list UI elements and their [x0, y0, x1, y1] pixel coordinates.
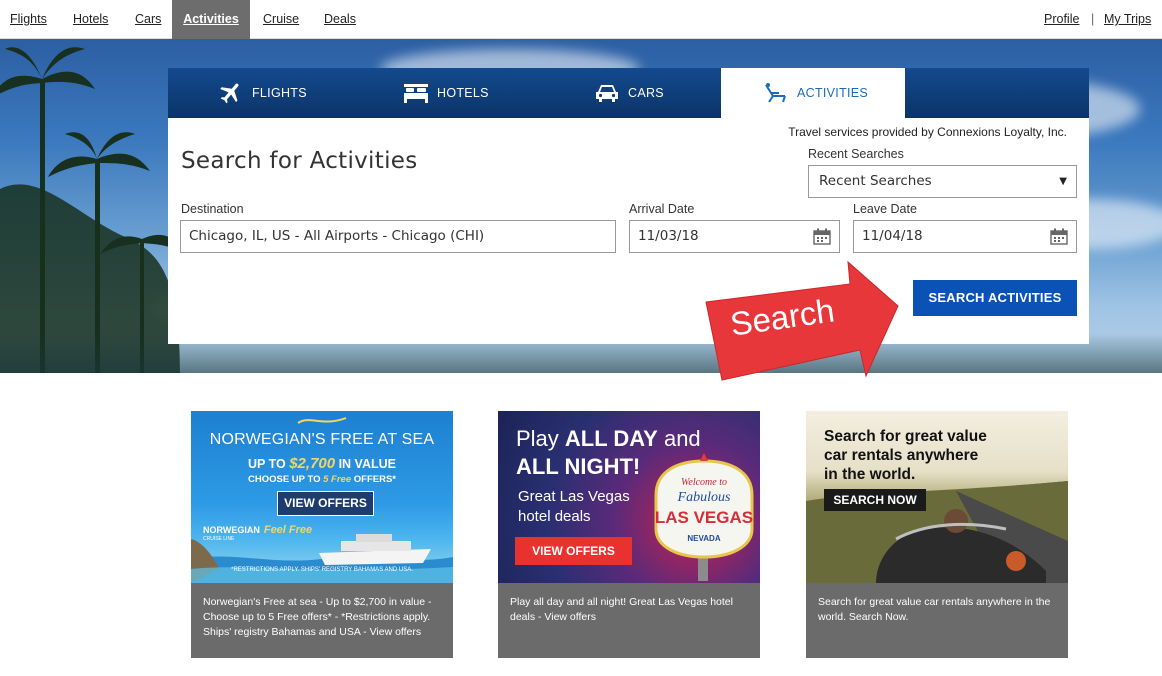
svg-text:NEVADA: NEVADA: [687, 534, 720, 543]
las-vegas-sign-image: Welcome to Fabulous LAS VEGAS NEVADA: [654, 453, 754, 581]
norwegian-value-line: UP TO $2,700 IN VALUE: [248, 455, 396, 472]
svg-text:Welcome to: Welcome to: [681, 477, 727, 488]
top-navigation: Flights Hotels Cars Activities Cruise De…: [0, 0, 1162, 39]
vegas-view-offers-button[interactable]: VIEW OFFERS: [515, 537, 632, 565]
recent-searches-label: Recent Searches: [808, 147, 904, 161]
calendar-icon[interactable]: [1050, 228, 1068, 245]
recent-searches-select[interactable]: Recent Searches ▼: [808, 165, 1077, 198]
nav-separator: |: [1091, 12, 1095, 26]
tab-hotels-label: HOTELS: [437, 86, 489, 100]
car-rentals-caption[interactable]: Search for great value car rentals anywh…: [818, 595, 1058, 625]
search-now-button[interactable]: SEARCH NOW: [824, 489, 926, 511]
destination-label: Destination: [181, 202, 244, 216]
beach-chair-icon: [765, 83, 786, 103]
nav-link-activities[interactable]: Activities: [172, 0, 250, 39]
tab-activities-label: ACTIVITIES: [797, 86, 869, 100]
arrival-date-label: Arrival Date: [629, 202, 695, 216]
arrival-date-input[interactable]: 11/03/18: [629, 220, 840, 253]
nav-link-hotels[interactable]: Hotels: [73, 0, 108, 39]
tab-flights[interactable]: FLIGHTS: [218, 68, 307, 118]
car-icon: [596, 85, 618, 102]
leave-date-value: 11/04/18: [862, 228, 923, 244]
airplane-icon: [220, 83, 239, 104]
promo-card-car-rentals[interactable]: Search for great value car rentals anywhe…: [806, 411, 1068, 658]
destination-value: Chicago, IL, US - All Airports - Chicago…: [189, 228, 485, 244]
promo-image-las-vegas[interactable]: Play ALL DAY and ALL NIGHT! Great Las Ve…: [498, 411, 760, 583]
destination-input[interactable]: Chicago, IL, US - All Airports - Chicago…: [180, 220, 616, 253]
cruise-ship-image: [191, 534, 453, 583]
promo-image-car-rentals[interactable]: Search for great value car rentals anywhe…: [806, 411, 1068, 583]
tab-hotels[interactable]: HOTELS: [403, 68, 489, 118]
recent-searches-value: Recent Searches: [819, 173, 932, 189]
calendar-icon[interactable]: [813, 228, 831, 245]
norwegian-headline: NORWEGIAN'S FREE AT SEA: [209, 431, 435, 448]
nav-link-profile[interactable]: Profile: [1044, 0, 1079, 39]
promo-card-las-vegas[interactable]: Play ALL DAY and ALL NIGHT! Great Las Ve…: [498, 411, 760, 658]
norwegian-caption[interactable]: Norwegian's Free at sea - Up to $2,700 i…: [203, 595, 443, 640]
leave-date-label: Leave Date: [853, 202, 917, 216]
car-rentals-headline: Search for great value car rentals anywhe…: [824, 428, 987, 483]
svg-text:LAS VEGAS: LAS VEGAS: [655, 508, 753, 527]
tab-flights-label: FLIGHTS: [252, 86, 307, 100]
tab-cars[interactable]: CARS: [594, 68, 664, 118]
nav-link-cars[interactable]: Cars: [135, 0, 161, 39]
search-tabs: FLIGHTS HOTELS CARS ACTIVITIES: [168, 68, 1089, 118]
norwegian-offers-line: CHOOSE UP TO 5 Free OFFERS*: [247, 474, 396, 485]
palm-trees-image: [0, 47, 180, 373]
leave-date-input[interactable]: 11/04/18: [853, 220, 1077, 253]
tab-activities[interactable]: ACTIVITIES: [721, 68, 905, 118]
promo-card-norwegian[interactable]: NORWEGIAN'S FREE AT SEA UP TO $2,700 IN …: [191, 411, 453, 658]
search-activities-button[interactable]: SEARCH ACTIVITIES: [913, 280, 1077, 316]
arrival-date-value: 11/03/18: [638, 228, 699, 244]
dropdown-arrow-icon: ▼: [1059, 176, 1067, 187]
wave-decoration-icon: [297, 417, 347, 424]
norwegian-restrictions: *RESTRICTIONS APPLY. SHIPS' REGISTRY BAH…: [231, 567, 413, 573]
svg-text:Fabulous: Fabulous: [677, 490, 731, 505]
page-title: Search for Activities: [181, 148, 418, 174]
bed-icon: [404, 84, 428, 103]
vegas-caption[interactable]: Play all day and all night! Great Las Ve…: [510, 595, 750, 625]
promo-image-norwegian[interactable]: NORWEGIAN'S FREE AT SEA UP TO $2,700 IN …: [191, 411, 453, 583]
provider-notice: Travel services provided by Connexions L…: [788, 125, 1067, 139]
nav-link-cruise[interactable]: Cruise: [263, 0, 299, 39]
tab-cars-label: CARS: [628, 86, 664, 100]
norwegian-view-offers-button[interactable]: VIEW OFFERS: [277, 491, 374, 516]
vegas-subheadline: Great Las Vegas hotel deals: [518, 488, 630, 525]
nav-link-deals[interactable]: Deals: [324, 0, 356, 39]
nav-link-flights[interactable]: Flights: [10, 0, 47, 39]
search-panel: Travel services provided by Connexions L…: [168, 118, 1089, 344]
nav-link-my-trips[interactable]: My Trips: [1104, 0, 1151, 39]
